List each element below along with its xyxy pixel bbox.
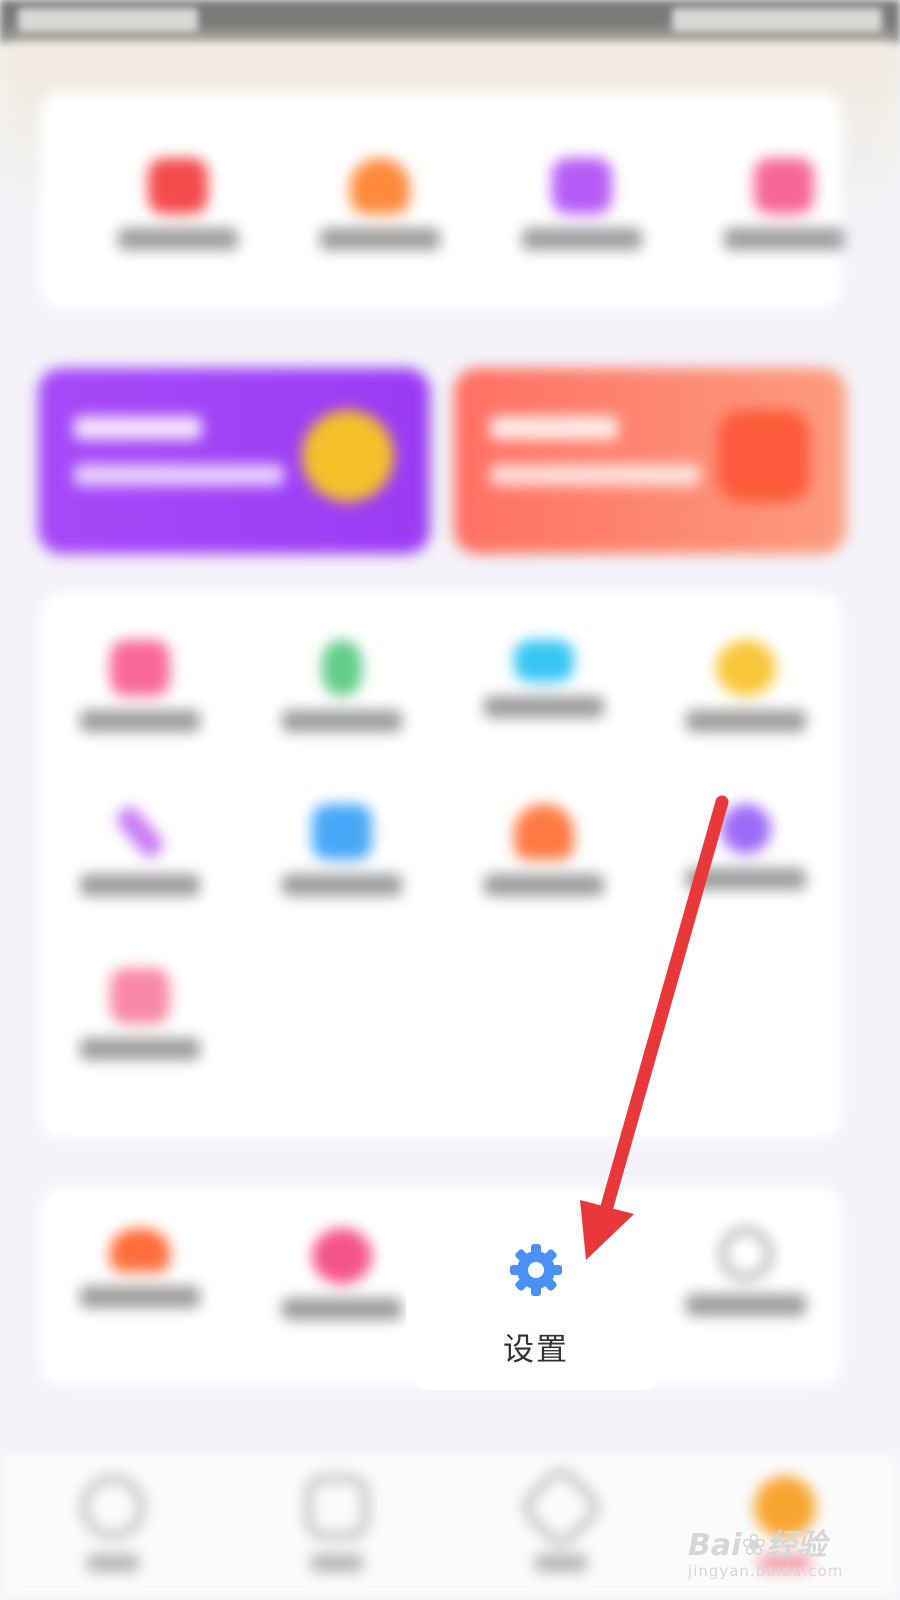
annotation-arrow	[580, 795, 729, 1260]
